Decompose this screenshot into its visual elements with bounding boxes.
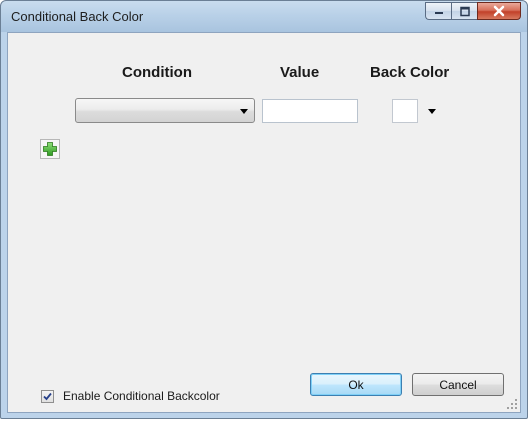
window-title: Conditional Back Color: [11, 9, 144, 24]
enable-conditional-backcolor[interactable]: Enable Conditional Backcolor: [41, 389, 220, 403]
condition-dropdown[interactable]: [75, 98, 255, 123]
title-bar[interactable]: Conditional Back Color: [1, 1, 527, 32]
close-button[interactable]: [477, 2, 521, 20]
value-input[interactable]: [262, 99, 358, 123]
plus-icon: [43, 142, 57, 156]
cancel-button[interactable]: Cancel: [412, 373, 504, 396]
minimize-icon: [426, 3, 451, 19]
dialog-window: Conditional Back Color Condition Value B…: [0, 0, 528, 419]
ok-button[interactable]: Ok: [310, 373, 402, 396]
resize-grip-icon[interactable]: [506, 398, 518, 410]
checkmark-icon: [43, 392, 52, 400]
back-color-swatch: [392, 99, 418, 123]
back-color-header: Back Color: [370, 64, 450, 81]
enable-checkbox[interactable]: [41, 389, 54, 403]
minimize-button[interactable]: [425, 2, 451, 20]
color-dropdown-arrow-icon: [428, 109, 436, 114]
back-color-picker[interactable]: [392, 99, 446, 123]
condition-header: Condition: [122, 64, 192, 81]
maximize-button[interactable]: [451, 2, 477, 20]
maximize-icon: [452, 3, 477, 19]
dropdown-arrow-icon: [240, 109, 248, 114]
dialog-client-area: Condition Value Back Color Enable Condit…: [7, 32, 521, 413]
add-condition-button[interactable]: [40, 139, 60, 159]
value-header: Value: [280, 64, 320, 81]
enable-checkbox-label: Enable Conditional Backcolor: [63, 389, 220, 403]
close-icon: [478, 3, 520, 19]
caption-buttons: [425, 2, 521, 22]
